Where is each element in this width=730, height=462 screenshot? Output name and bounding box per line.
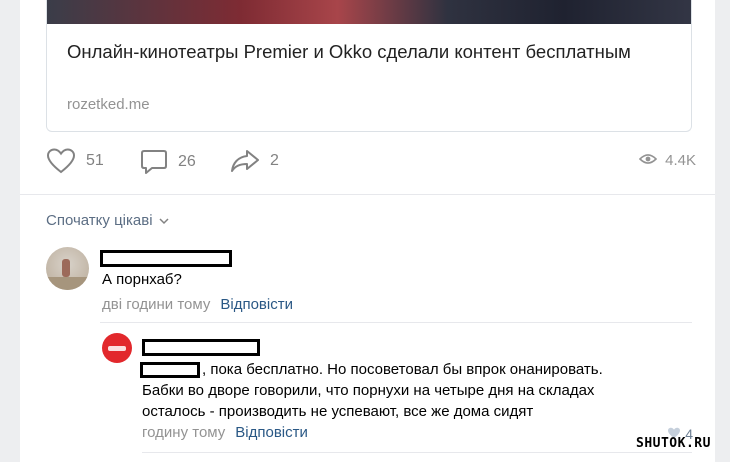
reply-text-line: осталось - производить не успевают, все … <box>142 403 534 420</box>
heart-icon <box>46 148 76 174</box>
redacted-author-name <box>142 339 260 356</box>
comment-text: А порнхаб? <box>102 271 182 288</box>
reply-meta: годину тому Відповісти <box>142 424 308 441</box>
eye-icon <box>639 152 658 169</box>
reply-bottom-divider <box>142 452 692 453</box>
wall-post: Онлайн-кинотеатры Premier и Okko сделали… <box>20 0 715 462</box>
share-icon <box>230 148 260 174</box>
reply-link[interactable]: Відповісти <box>220 296 293 313</box>
comments-sort-dropdown[interactable]: Спочатку цікаві <box>46 212 169 229</box>
link-domain: rozetked.me <box>67 96 150 113</box>
sort-label: Спочатку цікаві <box>46 212 153 229</box>
post-actions-bar: 51 26 2 4.4K <box>46 148 696 178</box>
share-count: 2 <box>270 152 279 169</box>
post-divider <box>20 194 715 195</box>
views-count: 4.4K <box>665 152 696 169</box>
comment-icon <box>140 148 168 176</box>
reply-divider <box>100 322 692 323</box>
reply-link[interactable]: Відповісти <box>235 424 308 441</box>
comment-count: 26 <box>178 153 196 170</box>
reply-author-avatar[interactable] <box>102 333 132 363</box>
comment-author-avatar[interactable] <box>46 247 89 290</box>
reply-text: , пока бесплатно. Но посоветовал бы впро… <box>142 359 682 422</box>
views-counter: 4.4K <box>639 152 696 169</box>
reply-text-line: , пока бесплатно. Но посоветовал бы впро… <box>202 361 603 378</box>
watermark: SHUTOK.RU <box>636 436 711 451</box>
link-preview-image[interactable] <box>47 0 691 24</box>
link-title[interactable]: Онлайн-кинотеатры Premier и Okko сделали… <box>67 38 667 65</box>
redacted-author-name <box>100 250 232 267</box>
link-preview-card[interactable]: Онлайн-кинотеатры Premier и Okko сделали… <box>46 0 692 132</box>
comment-time[interactable]: дві години тому <box>102 296 210 313</box>
reply-text-line: Бабки во дворе говорили, что порнухи на … <box>142 382 595 399</box>
chevron-down-icon <box>159 212 169 229</box>
like-button[interactable]: 51 <box>46 148 104 174</box>
share-button[interactable]: 2 <box>230 148 279 174</box>
comment-meta: дві години тому Відповісти <box>102 296 293 313</box>
comment-button[interactable]: 26 <box>140 148 196 176</box>
like-count: 51 <box>86 152 104 169</box>
reply-time[interactable]: годину тому <box>142 424 225 441</box>
